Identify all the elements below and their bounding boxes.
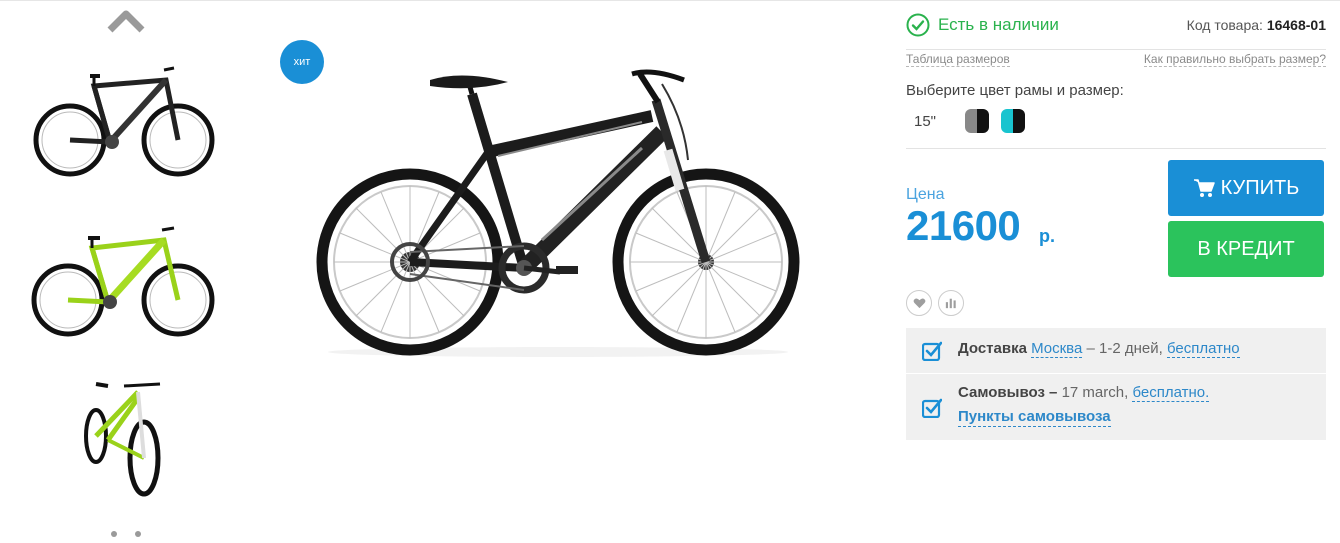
divider [906, 49, 1326, 50]
size-help-link[interactable]: Как правильно выбрать размер? [1143, 52, 1326, 67]
pickup-free-link[interactable]: бесплатно. [1132, 384, 1210, 402]
checkbox-checked-icon [921, 398, 943, 419]
size-option[interactable]: 15" [914, 113, 936, 130]
delivery-label: Доставка [958, 340, 1027, 357]
delivery-free-link[interactable]: бесплатно [1166, 340, 1240, 358]
product-info-panel: Есть в наличии Код товара: 16468-01 Табл… [906, 0, 1326, 534]
price-value: 21600 [906, 202, 1021, 249]
stock-status: Есть в наличии [906, 12, 1059, 38]
buy-button-label: КУПИТЬ [1220, 176, 1300, 199]
pickup-points-link[interactable]: Пункты самовывоза [958, 408, 1111, 427]
pickup-label: Самовывоз – [958, 384, 1058, 401]
size-table-link[interactable]: Таблица размеров [906, 52, 1010, 67]
cart-icon [1193, 178, 1215, 198]
chevron-up-icon[interactable] [104, 6, 148, 36]
delivery-text: Доставка Москва – 1-2 дней, бесплатно [958, 339, 1240, 359]
divider [906, 148, 1326, 149]
buy-button[interactable]: КУПИТЬ [1168, 160, 1324, 216]
pickup-text: Самовывоз – 17 march, бесплатно. [958, 383, 1210, 403]
checkbox-checked-icon [921, 341, 943, 362]
stock-status-text: Есть в наличии [938, 15, 1059, 34]
credit-button-label: В КРЕДИТ [1197, 237, 1295, 260]
product-main-image[interactable] [312, 60, 804, 360]
heart-icon[interactable] [906, 290, 932, 316]
chevron-down-icon[interactable] [104, 524, 148, 538]
thumbnail-green-bike[interactable] [28, 218, 220, 338]
thumbnail-black-bike[interactable] [28, 58, 220, 178]
options-prompt: Выберите цвет рамы и размер: [906, 82, 1124, 99]
compare-icon[interactable] [938, 290, 964, 316]
check-circle-icon [906, 13, 930, 37]
product-sku: Код товара: 16468-01 [1187, 17, 1326, 33]
delivery-block: Доставка Москва – 1-2 дней, бесплатно Са… [906, 328, 1326, 440]
thumbnail-green-bike-angle[interactable] [28, 378, 220, 498]
credit-button[interactable]: В КРЕДИТ [1168, 221, 1324, 277]
swatch-black-cyan[interactable] [1001, 109, 1025, 133]
delivery-terms: – 1-2 дней, [1082, 340, 1167, 357]
divider [906, 373, 1326, 374]
pickup-date: 17 march, [1057, 384, 1133, 401]
delivery-city-link[interactable]: Москва [1031, 340, 1083, 358]
price-currency: р. [1039, 226, 1055, 246]
swatch-black-grey[interactable] [965, 109, 989, 133]
sku-value: 16468-01 [1266, 17, 1326, 33]
sku-label: Код товара: [1186, 17, 1263, 33]
thumbnail-gallery [0, 0, 250, 537]
